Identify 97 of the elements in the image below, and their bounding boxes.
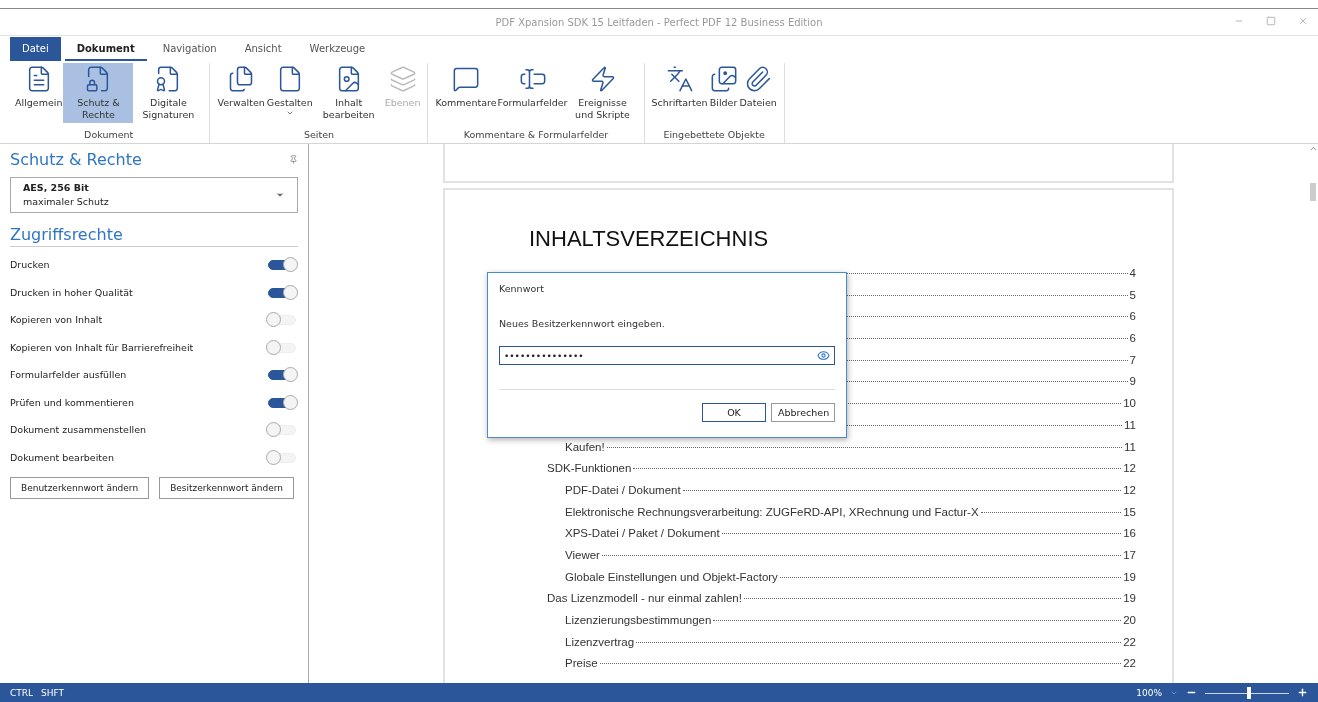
window-title: PDF Xpansion SDK 15 Leitfaden - Perfect PDF 12 Business Edition [495,16,823,28]
toc-entry-title: Viewer [565,548,600,561]
toggle-switch[interactable] [266,422,298,438]
permission-label: Dokument zusammenstellen [10,424,147,436]
ribbon-tab[interactable]: Ansicht [232,37,294,61]
dialog-title: Kennwort [499,283,545,294]
toggle-switch[interactable] [266,339,298,355]
toc-page-number: 12 [1123,462,1136,475]
toc-entry-title: SDK-Funktionen [547,462,632,475]
encryption-dropdown[interactable]: AES, 256 Bit maximaler Schutz [10,177,298,213]
maximize-icon[interactable] [1266,16,1276,26]
images-icon [709,65,738,93]
ribbon-group-label: Seiten [302,129,335,142]
toc-page-number: 5 [1129,288,1136,301]
permission-label: Kopieren von Inhalt für Barrierefreiheit [10,341,194,353]
paperclip-icon [744,65,773,93]
toc-page-number: 10 [1123,397,1136,410]
ribbon-button[interactable]: Formularfelder [497,63,568,123]
password-button[interactable]: Besitzerkennwort ändern [159,477,295,499]
toc-page-number: 22 [1123,635,1136,648]
toc-page-number: 9 [1129,375,1136,388]
scrollbar-thumb[interactable] [1310,183,1316,201]
toc-page-number: 17 [1123,548,1136,561]
ribbon-button[interactable]: Digitale Signaturen [133,63,204,123]
ribbon-button[interactable]: Schutz & Rechte [63,63,134,123]
ribbon-button[interactable]: Kommentare [434,63,498,123]
toc-entry-title: Das Lizenzmodell - nur einmal zahlen! [547,592,742,605]
permission-label: Kopieren von Inhalt [10,314,103,326]
ribbon-button[interactable]: Bilder [708,63,739,123]
toc-entry-title: Globale Einstellungen und Objekt-Factory [565,570,778,583]
ribbon-tab[interactable]: Werkzeuge [297,37,378,61]
scroll-up-icon[interactable] [1308,144,1318,153]
permission-label: Drucken [10,259,50,271]
layers-icon [388,65,417,93]
toc-page-number: 6 [1129,310,1136,323]
dialog-button[interactable]: OK [702,403,766,422]
zoom-in-icon[interactable] [1297,687,1308,698]
speech-bubble-icon [452,65,480,93]
zoom-slider[interactable] [1205,686,1289,699]
eye-icon[interactable] [817,349,830,362]
toc-page-number: 15 [1123,505,1136,518]
toggle-switch[interactable] [266,312,298,328]
toc-page-number: 4 [1129,267,1136,279]
permission-label: Formularfelder ausfüllen [10,369,127,381]
ribbon-button[interactable]: Dateien [738,63,778,123]
caret-icon [275,190,285,200]
toc-entry-title: Lizenzvertrag [565,635,635,648]
toggle-switch[interactable] [266,284,298,300]
ribbon-button[interactable]: Gestalten [265,63,314,123]
slider-thumb[interactable] [1246,686,1251,699]
toc-page-number: 20 [1123,614,1136,626]
dialog-prompt: Neues Besitzerkennwort eingeben. [499,318,666,329]
toc-entry-title: PDF-Datei / Dokument [565,483,681,496]
ribbon-group-label: Kommentare & Formularfelder [462,129,610,142]
zoom-level[interactable]: 100% [1136,687,1162,698]
key-indicator: SHFT [41,687,65,698]
toggle-switch[interactable] [266,394,298,410]
toggle-switch[interactable] [266,367,298,383]
toc-entry-title: Elektronische Rechnungsverarbeitung: ZUGFeRD-API, XRechnung und Factur-X [565,505,979,518]
toc-page-number: 12 [1123,483,1136,496]
ribbon-button[interactable]: Schriftarten [650,63,709,123]
toc-entry-title: Kaufen! [565,440,605,453]
permission-label: Prüfen und kommentieren [10,396,134,408]
file-menu-tab[interactable]: Datei [10,37,61,61]
toc-page-number: 11 [1124,440,1136,453]
toggle-switch[interactable] [266,449,298,465]
panel-title: Schutz & Rechte [10,150,142,169]
permission-label: Drucken in hoher Qualität [10,286,133,298]
toc-page-number: 7 [1129,353,1136,366]
ribbon-button[interactable]: Verwalten [216,63,266,123]
toc-entry-title: Preise [565,657,598,670]
password-field[interactable]: ••••••••••••••• [499,346,835,365]
toc-page-number: 11 [1124,418,1136,431]
ribbon-button[interactable]: Ereignisse und Skripte [567,63,638,123]
password-button[interactable]: Benutzerkennwort ändern [10,477,150,499]
toc-page-number: 16 [1123,527,1136,540]
pin-icon[interactable] [289,155,298,164]
ribbon-group-label: Dokument [83,129,135,142]
section-heading: Zugriffsrechte [10,225,298,247]
toc-page-number: 6 [1129,332,1136,345]
key-indicator: CTRL [10,687,34,698]
ribbon-button[interactable]: Inhalt bearbeiten [313,63,384,123]
ribbon-button[interactable]: Allgemein [14,63,64,123]
toc-page-number: 22 [1123,657,1136,670]
ribbon-tab[interactable]: Navigation [150,37,229,61]
ribbon-tab[interactable]: Dokument [64,37,147,61]
permission-label: Dokument bearbeiten [10,451,114,463]
toggle-switch[interactable] [266,257,298,273]
font-icon [665,65,694,93]
toc-page-number: 19 [1123,570,1136,583]
toc-page-number: 19 [1123,592,1136,605]
ribbon-group-label: Eingebettete Objekte [662,129,766,142]
close-icon[interactable] [1298,16,1308,26]
dialog-button[interactable]: Abbrechen [771,403,835,422]
toc-entry-title: Lizenzierungsbestimmungen [565,614,712,626]
toc-entry-title: XPS-Datei / Paket / Dokument [565,527,720,540]
page-heading: INHALTSVERZEICHNIS [529,226,770,252]
